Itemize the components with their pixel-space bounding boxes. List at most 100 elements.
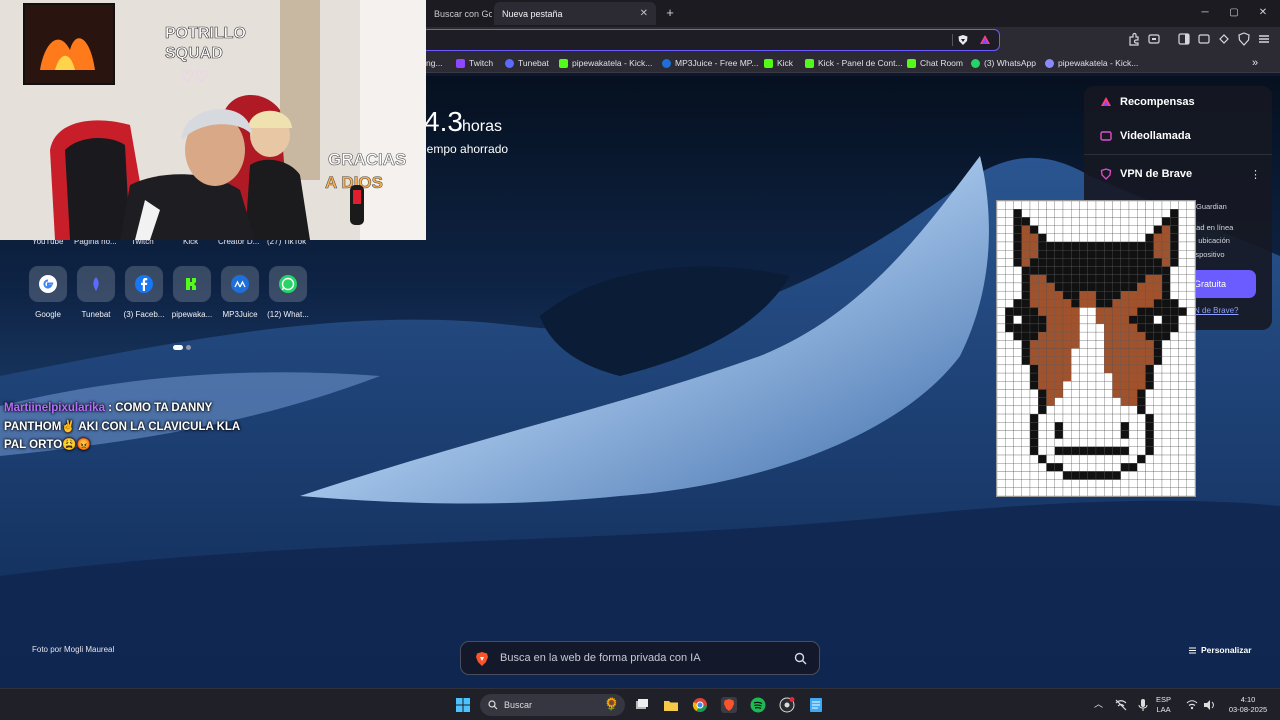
top-site-google[interactable]: Google (29, 266, 67, 319)
pixel-cell (1054, 413, 1064, 423)
pixel-cell (1013, 315, 1022, 325)
pixel-cell (1120, 454, 1130, 464)
brave-browser-icon[interactable] (721, 697, 737, 713)
obs-icon[interactable] (779, 697, 795, 713)
pixel-cell (1153, 315, 1163, 325)
bookmark-item[interactable]: ng... (426, 56, 443, 70)
pixel-cell (1178, 438, 1187, 447)
bookmark-item[interactable]: Kick - Panel de Cont... (805, 56, 903, 70)
customize-button[interactable]: Personalizar (1188, 645, 1252, 655)
taskbar-search[interactable]: Buscar 🌻 (480, 694, 625, 716)
bookmark-item[interactable]: Twitch (456, 56, 493, 70)
wallet-panel-icon[interactable] (1197, 32, 1211, 46)
top-site-tunebat[interactable]: Tunebat (77, 266, 115, 319)
bookmark-item[interactable]: MP3Juice - Free MP... (662, 56, 758, 70)
pixel-cell (1153, 372, 1163, 382)
pixel-cell (1079, 200, 1088, 210)
page-dot-active[interactable] (173, 345, 183, 350)
rewards-widget[interactable]: Recompensas (1100, 96, 1195, 108)
maximize-button[interactable]: ▢ (1227, 6, 1241, 20)
pixel-cell (1145, 274, 1154, 284)
more-bookmarks-button[interactable]: » (1252, 56, 1258, 70)
language-indicator[interactable]: ESP LAA (1156, 695, 1171, 715)
top-site-mp3juice[interactable]: MP3Juice (221, 266, 259, 319)
bookmark-item[interactable]: Tunebat (505, 56, 549, 70)
pixel-cell (1161, 487, 1171, 497)
vpn-widget[interactable]: VPN de Brave (1100, 168, 1192, 180)
pixel-cell (1128, 266, 1138, 275)
clock[interactable]: 4:10 03-08-2025 (1224, 695, 1272, 715)
pixel-cell (1128, 348, 1138, 357)
pixel-cell (1145, 340, 1154, 349)
photo-credit[interactable]: Foto por Mogli Maureal (32, 645, 114, 654)
task-view-icon[interactable] (634, 697, 650, 713)
pixel-cell (1120, 200, 1130, 210)
sidebar-icon[interactable] (1177, 32, 1191, 46)
pixel-cell (1087, 430, 1097, 439)
pixel-cell (1137, 479, 1146, 488)
leo-ai-icon[interactable] (1217, 32, 1231, 46)
bookmark-item[interactable]: pipewakatela - Kick... (1045, 56, 1138, 70)
pixel-cell (1161, 405, 1171, 415)
microphone-icon[interactable] (1136, 698, 1150, 712)
bookmark-item[interactable]: pipewakatela - Kick... (559, 56, 652, 70)
vpn-info-link[interactable]: N de Brave? (1194, 306, 1238, 315)
divider (952, 34, 953, 46)
pixel-cell (1120, 274, 1130, 284)
pixel-cell (1137, 290, 1146, 300)
pixel-cell (1054, 372, 1064, 382)
spotify-icon[interactable] (750, 697, 766, 713)
network-icon[interactable] (1114, 698, 1128, 712)
more-options-icon[interactable]: ⋮ (1250, 168, 1261, 181)
pixel-cell (1005, 397, 1014, 407)
menu-icon[interactable] (1257, 32, 1271, 46)
close-window-button[interactable]: ✕ (1256, 6, 1270, 20)
pixel-cell (1120, 364, 1130, 374)
top-site-facebook[interactable]: (3) Faceb... (124, 266, 164, 319)
extensions-icon[interactable] (1127, 32, 1141, 46)
kick-icon (764, 58, 773, 68)
file-explorer-icon[interactable] (663, 697, 679, 713)
top-site-whatsapp[interactable]: (12) What... (267, 266, 309, 319)
tab-new-tab[interactable]: Nueva pestaña ✕ (494, 2, 656, 25)
pixel-cell (1170, 487, 1179, 497)
brave-rewards-icon[interactable] (979, 34, 991, 46)
top-site-kick[interactable]: pipewaka... (172, 266, 212, 319)
search-box[interactable]: Busca en la web de forma privada con IA (460, 641, 820, 675)
new-tab-button[interactable]: + (662, 5, 678, 21)
tab-search-google[interactable]: Buscar con Goog (426, 2, 492, 25)
pixel-cell (1128, 315, 1138, 325)
brave-shields-icon[interactable] (957, 34, 969, 46)
bookmark-item[interactable]: Chat Room (907, 56, 963, 70)
notepad-icon[interactable] (808, 697, 824, 713)
wifi-icon[interactable] (1186, 699, 1198, 711)
chrome-icon[interactable] (692, 697, 708, 713)
site-tile (269, 266, 307, 302)
search-icon[interactable] (794, 652, 807, 665)
pixel-cell (1054, 454, 1064, 464)
pixel-cell (1186, 446, 1196, 456)
pixel-cell (1170, 299, 1179, 308)
vpn-icon[interactable] (1237, 32, 1251, 46)
video-call-widget[interactable]: Videollamada (1100, 130, 1191, 142)
page-indicator[interactable] (173, 337, 194, 355)
pixel-cell (1161, 479, 1171, 488)
bookmark-item[interactable]: (3) WhatsApp (971, 56, 1036, 70)
pixel-cell (1071, 209, 1080, 218)
pixel-cell (1021, 331, 1031, 341)
wallet-icon[interactable] (1147, 32, 1161, 46)
pixel-cell (1046, 446, 1055, 456)
address-bar[interactable] (420, 29, 1000, 51)
page-dot[interactable] (186, 345, 191, 350)
windows-start-icon[interactable] (455, 697, 471, 713)
volume-icon[interactable] (1203, 699, 1215, 711)
pixel-cell (1170, 307, 1179, 316)
pixel-cell (1153, 487, 1163, 497)
minimize-button[interactable]: ─ (1198, 6, 1212, 20)
bookmark-item[interactable]: Kick (764, 56, 793, 70)
pixel-cell (1071, 422, 1080, 431)
close-tab-icon[interactable]: ✕ (640, 8, 648, 19)
tray-chevron-icon[interactable]: ︿ (1094, 699, 1103, 709)
pixel-cell (1161, 413, 1171, 423)
pixel-cell (1145, 405, 1154, 415)
